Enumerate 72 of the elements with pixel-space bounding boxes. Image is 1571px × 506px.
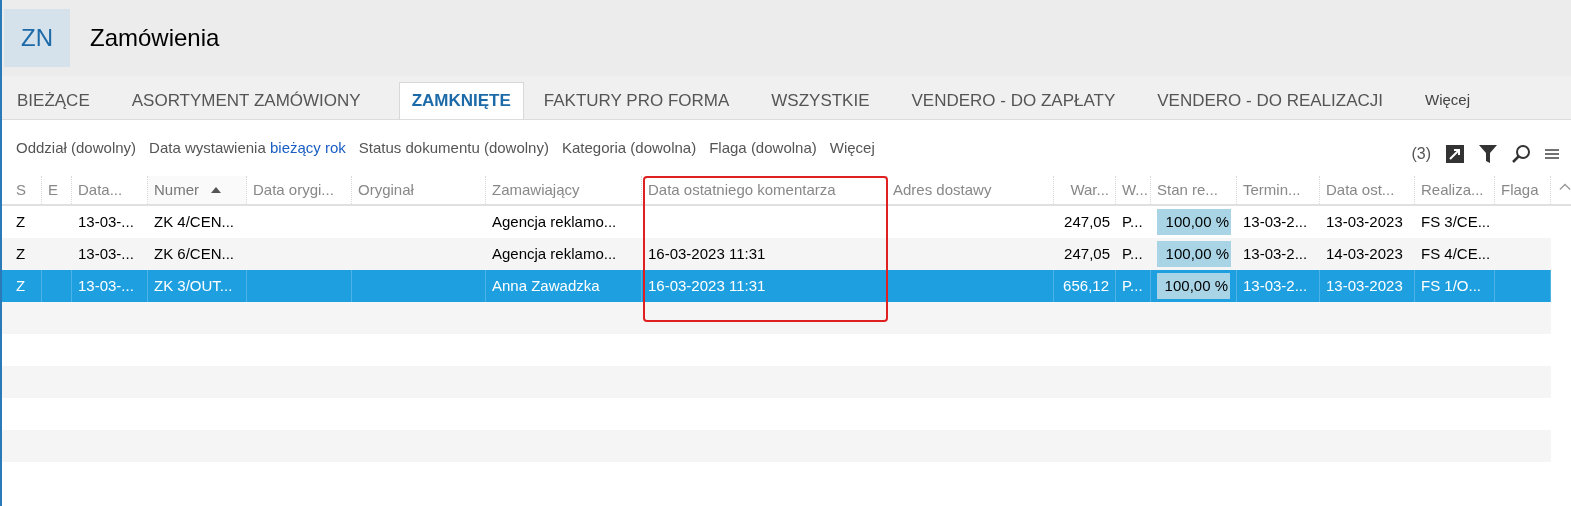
column-header[interactable]: War... <box>1054 176 1116 204</box>
search-icon[interactable] <box>1511 144 1531 164</box>
filter-link[interactable]: Flaga (dowolna) <box>709 136 817 160</box>
table-cell-text: Agencja reklamo... <box>492 211 617 232</box>
table-cell-text: 13-03-... <box>78 275 134 296</box>
progress-bar: 100,00 % <box>1157 273 1230 299</box>
table-cell-text: P... <box>1122 211 1143 232</box>
table-cell-text: 13-03-2023 <box>1326 211 1403 232</box>
table-cell-text: P... <box>1122 243 1143 264</box>
table-cell-text: 16-03-2023 11:31 <box>648 243 766 264</box>
column-header[interactable]: Flaga <box>1495 176 1551 204</box>
column-header[interactable]: Termin... <box>1237 176 1320 204</box>
table-cell-text: 13-03-... <box>78 243 134 264</box>
table-cell-text: 13-03-2023 <box>1326 275 1403 296</box>
table-cell-text: Z <box>16 275 26 296</box>
filter-link[interactable]: Oddział (dowolny) <box>16 136 137 160</box>
table-cell-text: 656,12 <box>1063 275 1109 296</box>
column-header[interactable]: Numer <box>148 176 247 204</box>
tab[interactable]: ZAMKNIĘTE <box>398 82 524 119</box>
table-cell-text: 13-03-2... <box>1243 211 1308 232</box>
table-cell-text: 247,05 <box>1064 211 1110 232</box>
tab[interactable]: ASORTYMENT ZAMÓWIONY <box>119 82 373 119</box>
table-cell-text: Agencja reklamo... <box>492 243 617 264</box>
progress-bar: 100,00 % <box>1157 241 1231 267</box>
table-cell-text: 247,05 <box>1064 243 1110 264</box>
table-cell-text: FS 1/O... <box>1421 275 1481 296</box>
table-cell-text: ZK 6/CEN... <box>154 243 235 264</box>
column-header[interactable]: Stan re... <box>1151 176 1237 204</box>
column-header[interactable]: Data ostatniego komentarza <box>642 176 887 204</box>
column-header[interactable]: Zamawiający <box>486 176 642 204</box>
progress-bar: 100,00 % <box>1157 209 1231 235</box>
filter-icon[interactable] <box>1479 144 1497 164</box>
column-header[interactable]: Adres dostawy <box>887 176 1054 204</box>
column-header[interactable]: Data orygi... <box>247 176 352 204</box>
filter-link[interactable]: Data wystawienia bieżący rok <box>149 136 346 160</box>
table-cell-text: 16-03-2023 11:31 <box>648 275 766 296</box>
app-badge: ZN <box>4 9 70 67</box>
record-count: (3) <box>1411 144 1431 164</box>
tab[interactable]: VENDERO - DO REALIZACJI <box>1145 82 1395 119</box>
tab[interactable]: WSZYSTKIE <box>759 82 882 119</box>
filter-link[interactable]: Więcej <box>829 136 875 160</box>
table-cell-text: ZK 3/OUT... <box>154 275 233 296</box>
sort-ascending-icon <box>211 187 221 193</box>
table-cell-text: FS 3/CE... <box>1421 211 1491 232</box>
table-row[interactable]: Z 13-03-... ZK 6/CEN... Agencja reklamo... 16-03-2023 11:31 247,05 P... 100,00 % 13-03-2... 14-03-2023 FS 4/CE... <box>2 238 1551 270</box>
table-cell-text: Anna Zawadzka <box>492 275 600 296</box>
filter-link[interactable]: Status dokumentu (dowolny) <box>358 136 549 160</box>
column-header[interactable]: Oryginał <box>352 176 486 204</box>
column-header[interactable]: S <box>10 176 42 204</box>
tab[interactable]: FAKTURY PRO FORMA <box>531 82 742 119</box>
tab[interactable]: BIEŻĄCE <box>5 82 102 119</box>
table-cell-text: Z <box>16 211 26 232</box>
table-cell-text: 14-03-2023 <box>1326 243 1403 264</box>
tab[interactable]: VENDERO - DO ZAPŁATY <box>899 82 1128 119</box>
table-cell-text: P... <box>1122 275 1143 296</box>
table-cell-text: 13-03-2... <box>1243 275 1308 296</box>
scroll-up-icon[interactable] <box>1559 182 1571 192</box>
table-cell-text: 13-03-2... <box>1243 243 1308 264</box>
column-header[interactable]: Data ost... <box>1320 176 1415 204</box>
table-cell-text: Z <box>16 243 26 264</box>
column-header[interactable]: E <box>42 176 72 204</box>
table-cell-text: ZK 4/CEN... <box>154 211 235 232</box>
window-title: Zamówienia <box>90 23 220 53</box>
table-cell-text: 13-03-... <box>78 211 134 232</box>
column-header[interactable]: W... <box>1116 176 1151 204</box>
menu-icon[interactable] <box>1545 148 1559 160</box>
table-row[interactable]: Z 13-03-... ZK 3/OUT... Anna Zawadzka 16-03-2023 11:31 656,12 P... 100,00 % 13-03-2... 13-03-2023 FS 1/O... <box>2 270 1551 302</box>
table-cell-text: FS 4/CE... <box>1421 243 1491 264</box>
column-header[interactable]: Realiza... <box>1415 176 1495 204</box>
filter-link[interactable]: Kategoria (dowolna) <box>561 136 697 160</box>
export-icon[interactable] <box>1445 144 1465 164</box>
more-tabs-link[interactable]: Więcej <box>1413 82 1482 119</box>
